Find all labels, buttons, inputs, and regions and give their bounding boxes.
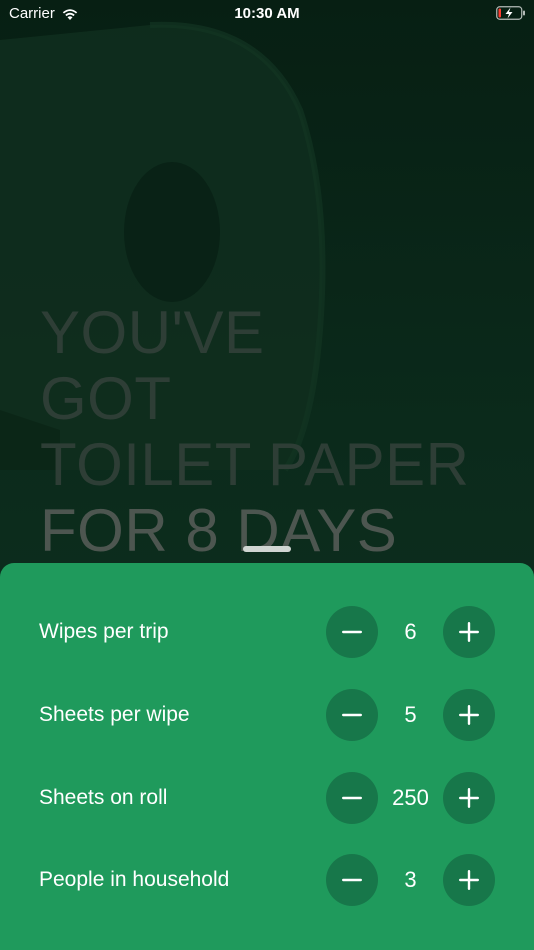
- plus-icon: [459, 870, 479, 890]
- status-bar: Carrier 10:30 AM: [0, 0, 534, 28]
- setting-row-sheets-per-wipe: Sheets per wipe 5: [0, 689, 534, 741]
- headline-line-3: TOILET PAPER: [40, 431, 470, 498]
- decrement-wipes-per-trip-button[interactable]: [326, 606, 378, 658]
- decrement-people-in-household-button[interactable]: [326, 854, 378, 906]
- increment-wipes-per-trip-button[interactable]: [443, 606, 495, 658]
- status-time: 10:30 AM: [234, 5, 300, 22]
- increment-sheets-per-wipe-button[interactable]: [443, 689, 495, 741]
- plus-icon: [459, 622, 479, 642]
- setting-value: 6: [404, 619, 417, 644]
- sheet-drag-handle[interactable]: [243, 546, 291, 552]
- minus-icon: [342, 630, 362, 634]
- headline-line-2: GOT: [40, 365, 172, 432]
- plus-icon: [459, 788, 479, 808]
- increment-people-in-household-button[interactable]: [443, 854, 495, 906]
- setting-row-people-in-household: People in household 3: [0, 854, 534, 906]
- setting-label: Wipes per trip: [39, 620, 169, 643]
- setting-label: People in household: [39, 868, 230, 891]
- setting-value: 5: [404, 702, 417, 727]
- setting-value: 250: [392, 785, 429, 810]
- minus-icon: [342, 796, 362, 800]
- minus-icon: [342, 878, 362, 882]
- setting-value: 3: [404, 867, 417, 892]
- decrement-sheets-per-wipe-button[interactable]: [326, 689, 378, 741]
- battery-charging-icon: [496, 6, 525, 20]
- setting-row-sheets-on-roll: Sheets on roll 250: [0, 772, 534, 824]
- setting-label: Sheets on roll: [39, 786, 168, 809]
- decrement-sheets-on-roll-button[interactable]: [326, 772, 378, 824]
- app-screen: Carrier 10:30 AM YOU'VE GOT TOILET PAPER…: [0, 0, 534, 950]
- headline-line-4: FOR 8 DAYS: [40, 497, 398, 564]
- increment-sheets-on-roll-button[interactable]: [443, 772, 495, 824]
- minus-icon: [342, 713, 362, 717]
- plus-icon: [459, 705, 479, 725]
- days-remaining-headline: YOU'VE GOT TOILET PAPER FOR 8 DAYS: [40, 300, 520, 564]
- setting-row-wipes-per-trip: Wipes per trip 6: [0, 606, 534, 658]
- setting-label: Sheets per wipe: [39, 703, 190, 726]
- headline-line-1: YOU'VE: [40, 299, 265, 366]
